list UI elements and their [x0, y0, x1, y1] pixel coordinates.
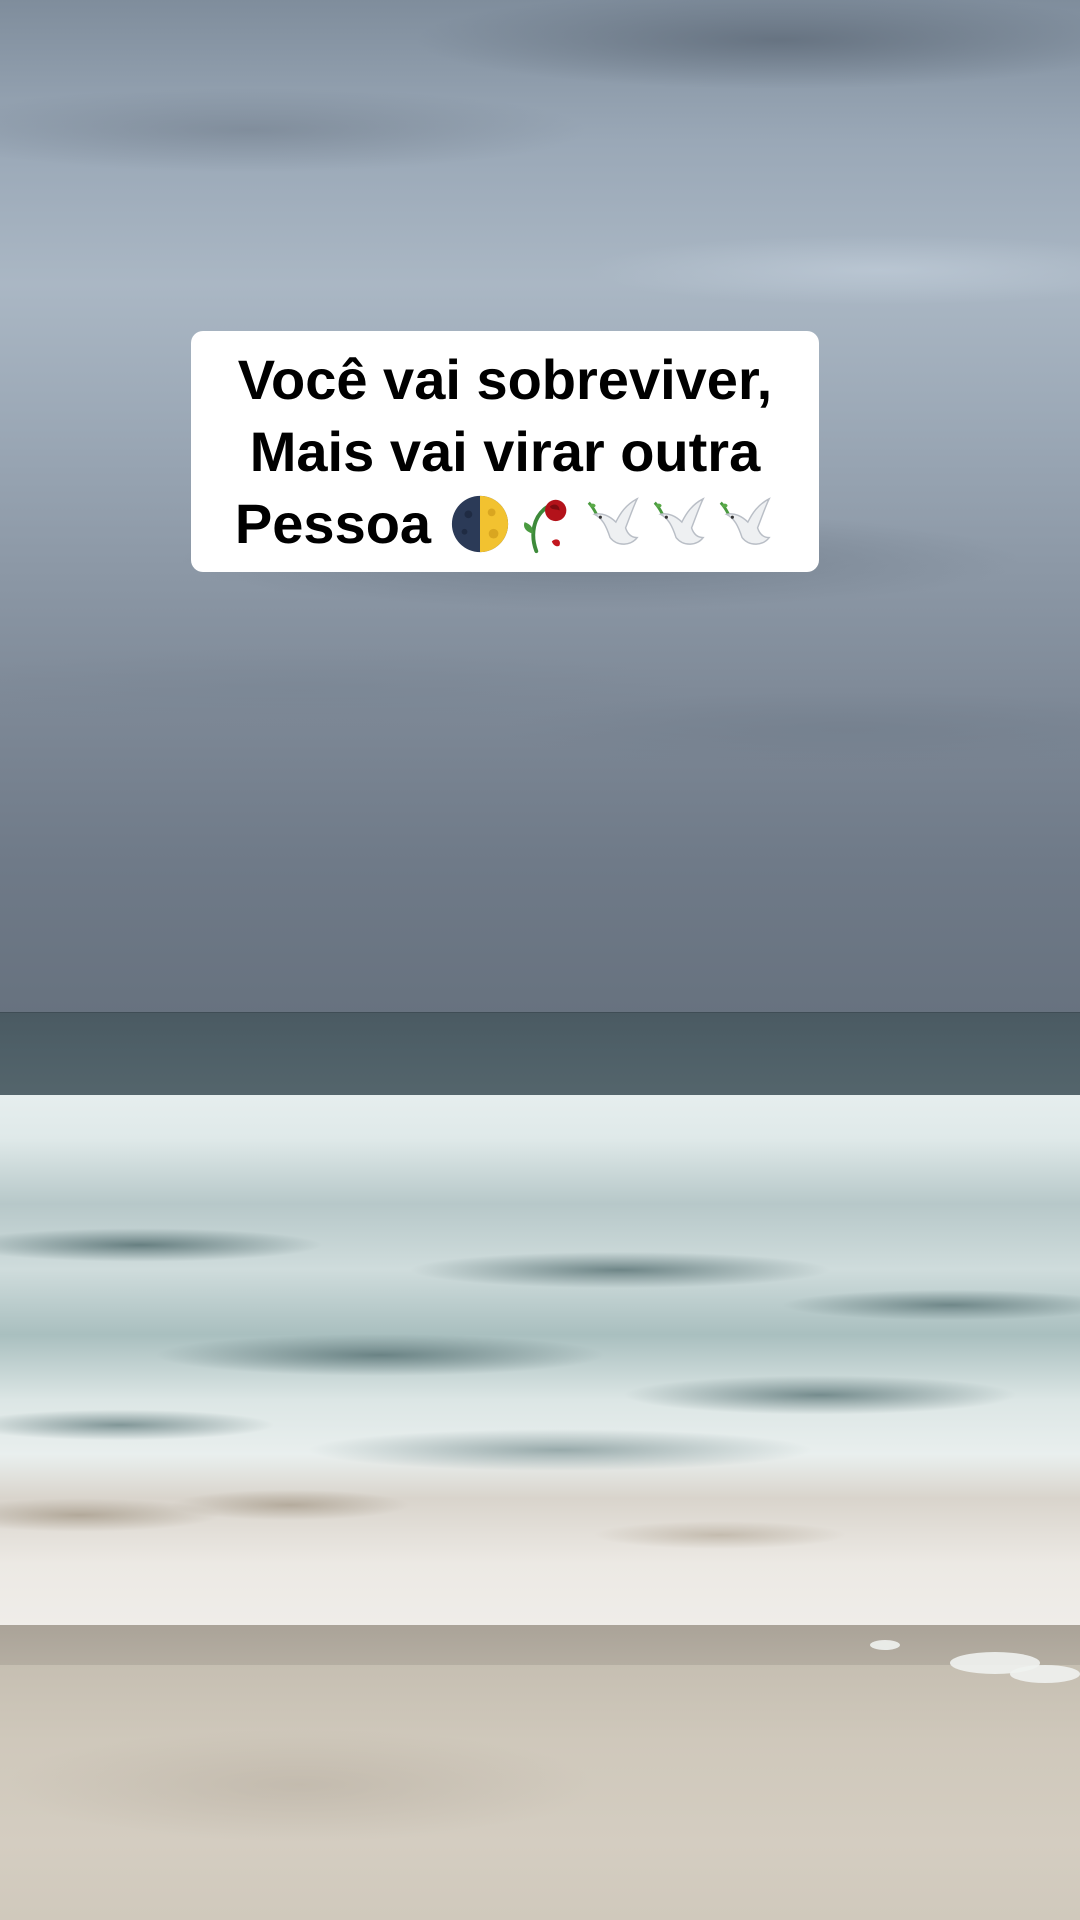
dove-icon	[719, 496, 771, 545]
foam-patch	[1010, 1665, 1080, 1683]
dove-icon	[653, 496, 705, 545]
foam-patch	[870, 1640, 900, 1650]
caption-line-3: Pessoa	[235, 488, 775, 560]
dry-sand	[0, 1665, 1080, 1920]
breaking-waves	[0, 1095, 1080, 1640]
caption-box: Você vai sobreviver, Mais vai virar outr…	[191, 331, 819, 572]
half-moon-icon	[451, 495, 509, 552]
wet-sand	[0, 1625, 1080, 1670]
wilted-rose-icon	[524, 499, 567, 553]
caption-line-3-text: Pessoa	[234, 491, 432, 555]
beach-video-frame: Você vai sobreviver, Mais vai virar outr…	[0, 0, 1080, 1920]
caption-line-2: Mais vai virar outra	[249, 419, 761, 483]
dove-icon	[587, 496, 639, 545]
caption-line-1: Você vai sobreviver,	[237, 347, 773, 411]
